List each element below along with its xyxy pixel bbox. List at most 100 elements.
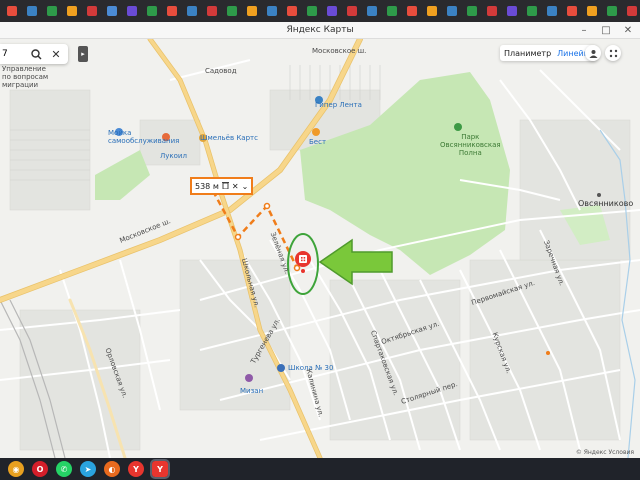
label-ovsyannikovo: Овсянниково bbox=[578, 199, 634, 208]
favicon-icon bbox=[527, 6, 537, 16]
favicon-icon bbox=[107, 6, 117, 16]
favicon-icon bbox=[207, 6, 217, 16]
label-shmelev-karts: Шмельёв Картс bbox=[200, 134, 258, 142]
search-icon[interactable] bbox=[26, 44, 46, 64]
favicon-icon bbox=[467, 6, 477, 16]
browser-tab[interactable] bbox=[584, 3, 600, 19]
browser-tab[interactable] bbox=[104, 3, 120, 19]
browser-tab[interactable] bbox=[24, 3, 40, 19]
close-window-icon[interactable]: ✕ bbox=[618, 22, 638, 38]
chevron-right-icon[interactable]: ▸ bbox=[78, 46, 88, 62]
yandex-browser-active-icon[interactable]: Y bbox=[150, 459, 170, 479]
browser-tab[interactable] bbox=[44, 3, 60, 19]
label-mizan: Мизан bbox=[240, 387, 264, 395]
favicon-icon bbox=[327, 6, 337, 16]
browser-tab[interactable] bbox=[4, 3, 20, 19]
layer-planimeter[interactable]: Планиметр bbox=[504, 49, 551, 58]
favicon-icon bbox=[407, 6, 417, 16]
favicon-icon bbox=[247, 6, 257, 16]
search-input[interactable] bbox=[0, 49, 26, 59]
chevron-down-icon[interactable]: ⌄ bbox=[242, 182, 249, 191]
map-attribution[interactable]: © Яндекс Условия bbox=[576, 449, 634, 456]
map-canvas[interactable]: Управление по вопросам миграции Московск… bbox=[0, 39, 640, 458]
favicon-icon bbox=[487, 6, 497, 16]
opera-icon[interactable]: O bbox=[32, 461, 48, 477]
favicon-icon bbox=[147, 6, 157, 16]
browser-tab[interactable] bbox=[84, 3, 100, 19]
window-titlebar: Яндекс Карты – □ ✕ bbox=[0, 22, 640, 39]
browser-tab[interactable] bbox=[444, 3, 460, 19]
taskbar: ◉ O ✆ ➤ ◐ Y Y bbox=[0, 458, 640, 480]
favicon-icon bbox=[347, 6, 357, 16]
favicon-icon bbox=[267, 6, 277, 16]
browser-tab[interactable] bbox=[404, 3, 420, 19]
firefox-icon[interactable]: ◐ bbox=[104, 461, 120, 477]
telegram-icon[interactable]: ➤ bbox=[80, 461, 96, 477]
favicon-icon bbox=[507, 6, 517, 16]
favicon-icon bbox=[127, 6, 137, 16]
ruler-distance: 538 м bbox=[195, 181, 219, 191]
browser-tab[interactable] bbox=[164, 3, 180, 19]
browser-tab[interactable] bbox=[324, 3, 340, 19]
browser-tab[interactable] bbox=[544, 3, 560, 19]
browser-tab[interactable] bbox=[64, 3, 80, 19]
browser-tab[interactable] bbox=[384, 3, 400, 19]
minimize-icon[interactable]: – bbox=[574, 22, 594, 38]
trash-icon[interactable] bbox=[221, 181, 229, 191]
favicon-icon bbox=[367, 6, 377, 16]
apps-icon[interactable] bbox=[605, 45, 621, 61]
label-gipper-lenta: Гипер Лента bbox=[315, 101, 362, 109]
browser-tab[interactable] bbox=[344, 3, 360, 19]
ruler-distance-label: 538 м ✕ ⌄ bbox=[190, 177, 254, 195]
browser-tab[interactable] bbox=[124, 3, 140, 19]
whatsapp-icon[interactable]: ✆ bbox=[56, 461, 72, 477]
browser-tab[interactable] bbox=[144, 3, 160, 19]
browser-tab[interactable] bbox=[264, 3, 280, 19]
browser-tab[interactable] bbox=[244, 3, 260, 19]
browser-tab[interactable] bbox=[564, 3, 580, 19]
browser-tab-bar bbox=[0, 0, 640, 22]
layer-switch: Планиметр Линейка bbox=[500, 45, 598, 61]
search-box: ✕ bbox=[0, 44, 68, 64]
favicon-icon bbox=[607, 6, 617, 16]
browser-tab[interactable] bbox=[464, 3, 480, 19]
label-sadovod: Садовод bbox=[205, 67, 237, 75]
label-migration: Управление по вопросам миграции bbox=[2, 65, 49, 89]
browser-tab[interactable] bbox=[624, 3, 640, 19]
window-title: Яндекс Карты bbox=[286, 25, 354, 35]
browser-tab[interactable] bbox=[524, 3, 540, 19]
browser-tab[interactable] bbox=[224, 3, 240, 19]
browser-tab[interactable] bbox=[284, 3, 300, 19]
favicon-icon bbox=[387, 6, 397, 16]
chrome-icon[interactable]: ◉ bbox=[8, 461, 24, 477]
browser-tab[interactable] bbox=[484, 3, 500, 19]
maximize-icon[interactable]: □ bbox=[596, 22, 616, 38]
favicon-icon bbox=[547, 6, 557, 16]
user-icon[interactable] bbox=[585, 45, 601, 61]
favicon-icon bbox=[27, 6, 37, 16]
favicon-icon bbox=[627, 6, 637, 16]
browser-tab[interactable] bbox=[204, 3, 220, 19]
label-best: Бест bbox=[309, 138, 327, 146]
favicon-icon bbox=[227, 6, 237, 16]
browser-tab[interactable] bbox=[304, 3, 320, 19]
favicon-icon bbox=[7, 6, 17, 16]
annotation-arrow bbox=[318, 238, 393, 286]
close-icon[interactable]: ✕ bbox=[232, 182, 239, 191]
label-moskovskoe-top: Московское ш. bbox=[312, 47, 367, 55]
favicon-icon bbox=[427, 6, 437, 16]
favicon-icon bbox=[67, 6, 77, 16]
browser-tab[interactable] bbox=[364, 3, 380, 19]
park-area-small bbox=[95, 150, 150, 200]
yandex-browser-icon[interactable]: Y bbox=[128, 461, 144, 477]
close-icon[interactable]: ✕ bbox=[46, 44, 66, 64]
favicon-icon bbox=[87, 6, 97, 16]
browser-tab[interactable] bbox=[184, 3, 200, 19]
favicon-icon bbox=[287, 6, 297, 16]
browser-tab[interactable] bbox=[424, 3, 440, 19]
favicon-icon bbox=[187, 6, 197, 16]
browser-tab[interactable] bbox=[604, 3, 620, 19]
browser-tab[interactable] bbox=[504, 3, 520, 19]
label-lukoil: Лукоил bbox=[160, 152, 187, 160]
favicon-icon bbox=[47, 6, 57, 16]
